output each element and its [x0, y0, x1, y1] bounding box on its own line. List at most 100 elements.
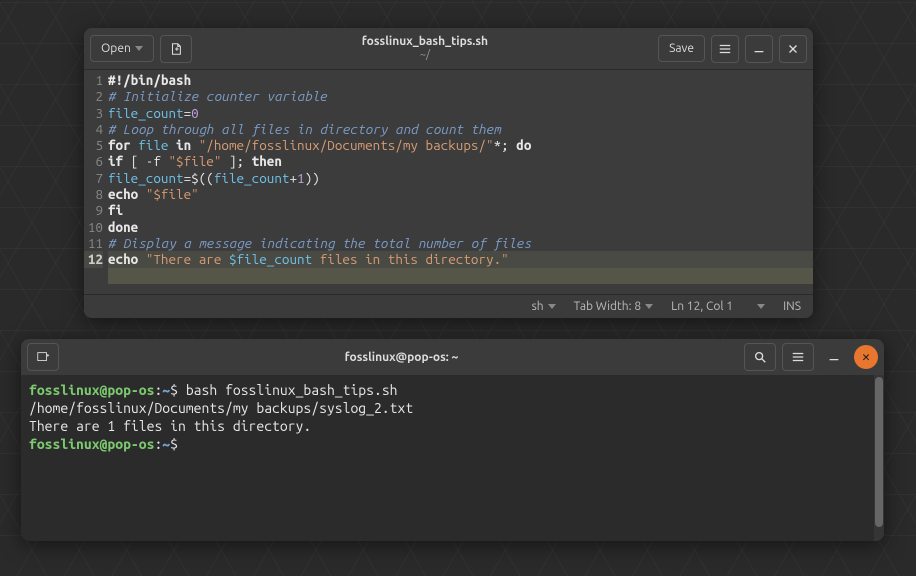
new-tab-button[interactable]: [160, 35, 192, 63]
code-token: # Initialize counter variable: [108, 88, 327, 104]
chevron-down-icon: [757, 304, 765, 309]
code-token: for: [108, 137, 138, 153]
hamburger-button[interactable]: [711, 35, 739, 63]
code-token: file_count: [108, 170, 184, 186]
open-label: Open: [101, 42, 131, 55]
code-token: $((: [191, 170, 214, 186]
terminal-titlebar: fosslinux@pop-os: ~ ✕: [21, 339, 884, 375]
minimize-icon: [827, 350, 841, 364]
code-line[interactable]: # Initialize counter variable: [108, 88, 813, 104]
hamburger-button[interactable]: [782, 343, 814, 371]
prompt-path: ~: [162, 436, 170, 452]
editor-filename: fosslinux_bash_tips.sh: [362, 35, 488, 48]
code-token: file: [138, 137, 168, 153]
code-line[interactable]: echo "$file": [108, 186, 813, 202]
terminal-scrollbar[interactable]: [874, 375, 884, 541]
line-number-gutter: 123456789101112: [84, 70, 106, 294]
line-number: 7: [84, 170, 103, 186]
code-token: echo: [108, 186, 146, 202]
code-line-empty[interactable]: [108, 268, 813, 284]
code-line[interactable]: fi: [108, 202, 813, 218]
code-area[interactable]: #!/bin/bash# Initialize counter variable…: [106, 70, 813, 294]
code-token: "There are: [146, 251, 229, 267]
code-token: do: [516, 137, 531, 153]
status-cursor[interactable]: Ln 12, Col 1: [671, 300, 765, 313]
line-number: 10: [84, 219, 103, 235]
code-line[interactable]: for file in "/home/fosslinux/Documents/m…: [108, 137, 813, 153]
terminal-window: fosslinux@pop-os: ~ ✕ fosslinux@pop-os:~…: [21, 339, 884, 541]
terminal-title: fosslinux@pop-os: ~: [65, 351, 738, 364]
status-tabwidth[interactable]: Tab Width: 8: [574, 300, 653, 313]
line-number: 1: [84, 72, 103, 88]
chevron-down-icon: [135, 46, 143, 51]
terminal-body[interactable]: fosslinux@pop-os:~$ bash fosslinux_bash_…: [21, 375, 884, 541]
code-token: file_count: [108, 105, 184, 121]
prompt-command: bash fosslinux_bash_tips.sh: [186, 382, 398, 398]
editor-title: fosslinux_bash_tips.sh ~/: [198, 35, 652, 63]
status-lang[interactable]: sh: [532, 300, 556, 313]
code-token: done: [108, 219, 138, 235]
new-tab-icon: [36, 350, 50, 364]
open-button[interactable]: Open: [90, 35, 154, 62]
code-token: 0: [191, 105, 199, 121]
code-token: if: [108, 153, 131, 169]
hamburger-icon: [791, 350, 805, 364]
code-line[interactable]: #!/bin/bash: [108, 72, 813, 88]
save-button[interactable]: Save: [658, 35, 705, 62]
line-number: 12: [84, 251, 103, 267]
chevron-down-icon: [645, 304, 653, 309]
search-button[interactable]: [744, 343, 776, 371]
code-line[interactable]: done: [108, 219, 813, 235]
code-token: then: [252, 153, 282, 169]
line-number: 4: [84, 121, 103, 137]
code-token: +: [289, 170, 297, 186]
line-number: 9: [84, 202, 103, 218]
terminal-prompt-line: fosslinux@pop-os:~$: [29, 435, 876, 453]
close-icon: ✕: [862, 350, 870, 365]
code-line[interactable]: file_count=0: [108, 105, 813, 121]
minimize-button[interactable]: [820, 343, 848, 371]
line-number: 6: [84, 153, 103, 169]
gedit-window: Open fosslinux_bash_tips.sh ~/ Save 12 34…: [84, 28, 813, 318]
prompt-user: fosslinux@pop-os: [29, 382, 154, 398]
editor-titlebar: Open fosslinux_bash_tips.sh ~/ Save: [84, 28, 813, 70]
editor-body[interactable]: 123456789101112 #!/bin/bash# Initialize …: [84, 70, 813, 294]
terminal-scrollbar-thumb[interactable]: [875, 377, 883, 527]
code-token: # Display a message indicating the total…: [108, 235, 531, 251]
terminal-output-line: There are 1 files in this directory.: [29, 417, 876, 435]
code-token: )): [305, 170, 320, 186]
code-line[interactable]: echo "There are $file_count files in thi…: [108, 251, 813, 267]
line-number: 3: [84, 105, 103, 121]
minimize-button[interactable]: [745, 35, 773, 63]
hamburger-icon: [718, 42, 732, 56]
editor-subtitle: ~/: [198, 49, 652, 62]
code-token: # Loop through all files in directory an…: [108, 121, 501, 137]
code-line[interactable]: file_count=$((file_count+1)): [108, 170, 813, 186]
close-button[interactable]: [779, 35, 807, 63]
code-token: in: [169, 137, 199, 153]
close-icon: [786, 42, 800, 56]
code-line[interactable]: # Loop through all files in directory an…: [108, 121, 813, 137]
code-token: ;: [501, 137, 516, 153]
close-button[interactable]: ✕: [854, 345, 878, 369]
code-token: fi: [108, 202, 123, 218]
code-token: file_count: [214, 170, 290, 186]
save-label: Save: [669, 42, 694, 55]
chevron-down-icon: [548, 304, 556, 309]
prompt-user: fosslinux@pop-os: [29, 436, 154, 452]
new-document-icon: [169, 42, 183, 56]
editor-statusbar: sh Tab Width: 8 Ln 12, Col 1 INS: [84, 294, 813, 318]
line-number: 5: [84, 137, 103, 153]
code-token: echo: [108, 251, 146, 267]
status-ins[interactable]: INS: [783, 300, 801, 313]
code-token: #!/bin/bash: [108, 72, 191, 88]
code-line[interactable]: # Display a message indicating the total…: [108, 235, 813, 251]
new-tab-button[interactable]: [27, 343, 59, 371]
code-token: ];: [221, 153, 251, 169]
terminal-output-line: /home/fosslinux/Documents/my backups/sys…: [29, 399, 876, 417]
code-token: files in this directory.": [312, 251, 509, 267]
terminal-prompt-line: fosslinux@pop-os:~$ bash fosslinux_bash_…: [29, 381, 876, 399]
code-token: $file_count: [229, 251, 312, 267]
minimize-icon: [752, 42, 766, 56]
code-line[interactable]: if [ -f "$file" ]; then: [108, 153, 813, 169]
